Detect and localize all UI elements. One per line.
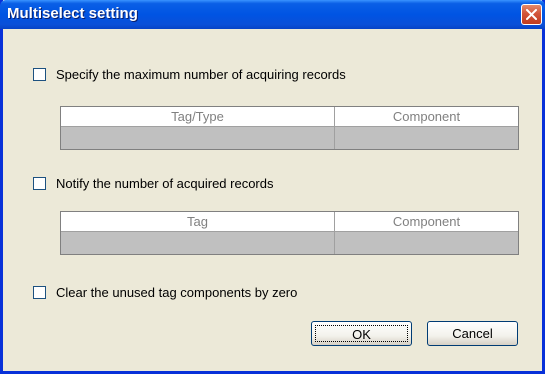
column-separator[interactable]	[334, 212, 335, 254]
close-icon	[526, 9, 537, 20]
clear-unused-checkbox[interactable]	[33, 286, 46, 299]
cancel-button[interactable]: Cancel	[427, 321, 518, 346]
ok-button-label: OK	[315, 325, 408, 342]
column-header-tag-type[interactable]: Tag/Type	[61, 107, 334, 127]
notify-records-label: Notify the number of acquired records	[56, 176, 274, 191]
grid-row[interactable]	[61, 232, 518, 254]
grid-row[interactable]	[61, 127, 518, 149]
column-separator[interactable]	[334, 107, 335, 149]
tag-type-grid[interactable]: Tag/Type Component	[60, 106, 519, 150]
notify-records-checkbox[interactable]	[33, 177, 46, 190]
clear-unused-label: Clear the unused tag components by zero	[56, 285, 298, 300]
grid-header: Tag/Type Component	[61, 107, 518, 127]
column-header-component[interactable]: Component	[335, 107, 518, 127]
grid-cell-tag-type[interactable]	[61, 127, 334, 149]
max-records-checkbox[interactable]	[33, 68, 46, 81]
title-bar[interactable]: Multiselect setting	[0, 0, 545, 29]
ok-button[interactable]: OK	[311, 321, 412, 346]
tag-grid[interactable]: Tag Component	[60, 211, 519, 255]
close-button[interactable]	[521, 4, 542, 25]
grid-cell-component[interactable]	[335, 232, 518, 254]
column-header-component[interactable]: Component	[335, 212, 518, 232]
grid-cell-component[interactable]	[335, 127, 518, 149]
max-records-label: Specify the maximum number of acquiring …	[56, 67, 346, 82]
window-title: Multiselect setting	[7, 5, 138, 22]
grid-cell-tag[interactable]	[61, 232, 334, 254]
dialog-window: Multiselect setting Specify the maximum …	[0, 0, 545, 374]
grid-header: Tag Component	[61, 212, 518, 232]
column-header-tag[interactable]: Tag	[61, 212, 334, 232]
